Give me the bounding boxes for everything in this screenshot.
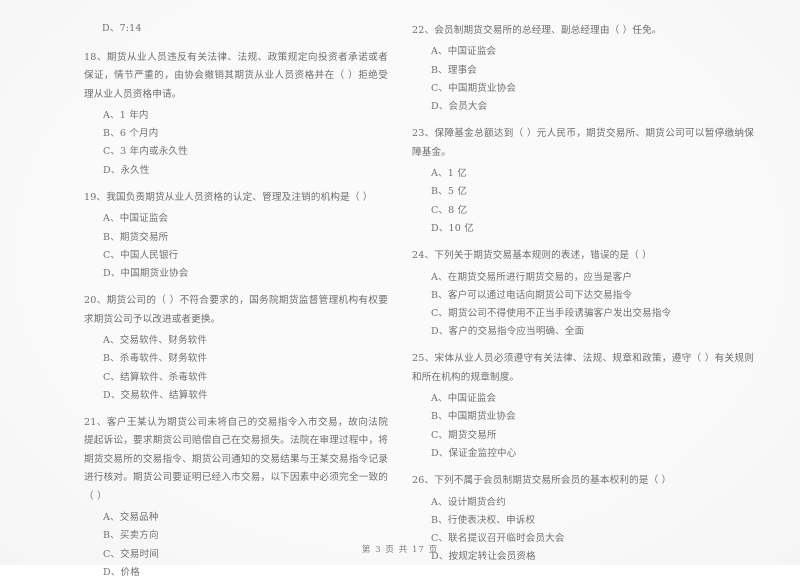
question-23: 23、保障基金总额达到（ ）元人民币，期货交易所、期货公司可以暂停缴纳保障基金。…	[412, 125, 754, 238]
orphan-option-d: D、7:14	[102, 23, 142, 34]
question-21: 21、客户王某认为期货公司未将自己的交易指令入市交易，故向法院提起诉讼，要求期货…	[84, 414, 388, 582]
question-stem: 18、期货从业人员违反有关法律、法规、政策规定向投资者承诺或者保证，情节严重的，…	[84, 51, 388, 100]
question-24: 24、下列关于期货交易基本规则的表述，错误的是（ ） A、在期货交易所进行期货交…	[412, 247, 754, 341]
option-d[interactable]: D、永久性	[103, 162, 388, 180]
option-b[interactable]: B、行使表决权、申诉权	[431, 512, 754, 530]
question-options: A、中国证监会 B、中国期货业协会 C、期货交易所 D、保证金监控中心	[412, 390, 754, 463]
option-a[interactable]: A、1 亿	[431, 165, 754, 183]
right-column: 22、会员制期货交易所的总经理、副总经理由（ ）任免。 A、中国证监会 B、理事…	[400, 22, 800, 562]
option-a[interactable]: A、1 年内	[103, 107, 388, 125]
option-d[interactable]: D、会员大会	[431, 98, 754, 116]
option-c[interactable]: C、8 亿	[431, 202, 754, 220]
question-options: A、交易软件、财务软件 B、杀毒软件、财务软件 C、结算软件、杀毒软件 D、交易…	[84, 332, 388, 405]
question-options: A、中国证监会 B、理事会 C、中国期货业协会 D、会员大会	[412, 43, 754, 116]
question-options: A、1 亿 B、5 亿 C、8 亿 D、10 亿	[412, 165, 754, 238]
question-stem: 21、客户王某认为期货公司未将自己的交易指令入市交易，故向法院提起诉讼，要求期货…	[84, 417, 388, 502]
question-stem: 26、下列不属于会员制期货交易所会员的基本权利的是（ ）	[412, 475, 672, 487]
option-a[interactable]: A、交易品种	[103, 509, 388, 527]
question-22: 22、会员制期货交易所的总经理、副总经理由（ ）任免。 A、中国证监会 B、理事…	[412, 22, 754, 116]
option-a[interactable]: A、中国证监会	[431, 43, 754, 61]
question-options: A、在期货交易所进行期货交易的，应当是客户 B、客户可以通过电话向期货公司下达交…	[412, 269, 754, 342]
option-d[interactable]: D、中国期货业协会	[103, 265, 388, 283]
question-stem: 25、宋体从业人员必须遵守有关法律、法规、规章和政策，遵守（ ）有关规则和所在机…	[412, 353, 754, 383]
question-options: A、设计期货合约 B、行使表决权、申诉权 C、联名提议召开临时会员大会 D、按规…	[412, 494, 754, 567]
page-footer: 第 3 页 共 17 页	[361, 545, 439, 555]
question-stem: 22、会员制期货交易所的总经理、副总经理由（ ）任免。	[412, 25, 662, 36]
option-b[interactable]: B、客户可以通过电话向期货公司下达交易指令	[431, 287, 754, 305]
question-stem: 20、期货公司的（ ）不符合要求的，国务院期货监督管理机构有权要求期货公司予以改…	[84, 295, 388, 325]
option-d[interactable]: D、保证金监控中心	[431, 445, 754, 463]
option-b[interactable]: B、中国期货业协会	[431, 408, 754, 426]
option-b[interactable]: B、5 亿	[431, 183, 754, 201]
question-18: 18、期货从业人员违反有关法律、法规、政策规定向投资者承诺或者保证，情节严重的，…	[84, 49, 388, 180]
question-stem: 24、下列关于期货交易基本规则的表述，错误的是（ ）	[412, 250, 652, 262]
question-25: 25、宋体从业人员必须遵守有关法律、法规、规章和政策，遵守（ ）有关规则和所在机…	[412, 350, 754, 463]
option-d[interactable]: D、10 亿	[431, 220, 754, 238]
option-a[interactable]: A、设计期货合约	[431, 494, 754, 512]
option-c[interactable]: C、期货交易所	[431, 427, 754, 445]
option-b[interactable]: B、期货交易所	[103, 229, 388, 247]
option-c[interactable]: C、中国人民银行	[103, 247, 388, 265]
question-19: 19、我国负责期货从业人员资格的认定、管理及注销的机构是（ ） A、中国证监会 …	[84, 189, 388, 283]
scanned-exam-page: D、7:14 18、期货从业人员违反有关法律、法规、政策规定向投资者承诺或者保证…	[0, 0, 800, 578]
option-c[interactable]: C、3 年内或永久性	[103, 143, 388, 161]
option-a[interactable]: A、中国证监会	[103, 210, 388, 228]
option-d[interactable]: D、客户的交易指令应当明确、全面	[431, 323, 754, 341]
left-column: D、7:14 18、期货从业人员违反有关法律、法规、政策规定向投资者承诺或者保证…	[0, 22, 400, 578]
option-d[interactable]: D、交易软件、结算软件	[103, 387, 388, 405]
option-c[interactable]: C、结算软件、杀毒软件	[103, 369, 388, 387]
question-stem: 23、保障基金总额达到（ ）元人民币，期货交易所、期货公司可以暂停缴纳保障基金。	[412, 128, 754, 158]
option-b[interactable]: B、杀毒软件、财务软件	[103, 350, 388, 368]
question-stem: 19、我国负责期货从业人员资格的认定、管理及注销的机构是（ ）	[84, 191, 373, 203]
option-d[interactable]: D、价格	[103, 564, 388, 582]
question-options: A、中国证监会 B、期货交易所 C、中国人民银行 D、中国期货业协会	[84, 210, 388, 283]
option-a[interactable]: A、交易软件、财务软件	[103, 332, 388, 350]
option-a[interactable]: A、在期货交易所进行期货交易的，应当是客户	[431, 269, 754, 287]
two-column-layout: D、7:14 18、期货从业人员违反有关法律、法规、政策规定向投资者承诺或者保证…	[0, 22, 800, 578]
option-b[interactable]: B、6 个月内	[103, 125, 388, 143]
option-a[interactable]: A、中国证监会	[431, 390, 754, 408]
option-b[interactable]: B、理事会	[431, 62, 754, 80]
question-20: 20、期货公司的（ ）不符合要求的，国务院期货监督管理机构有权要求期货公司予以改…	[84, 292, 388, 405]
option-c[interactable]: C、期货公司不得使用不正当手段诱骗客户发出交易指令	[431, 305, 754, 323]
option-c[interactable]: C、中国期货业协会	[431, 80, 754, 98]
question-options: A、1 年内 B、6 个月内 C、3 年内或永久性 D、永久性	[84, 107, 388, 180]
